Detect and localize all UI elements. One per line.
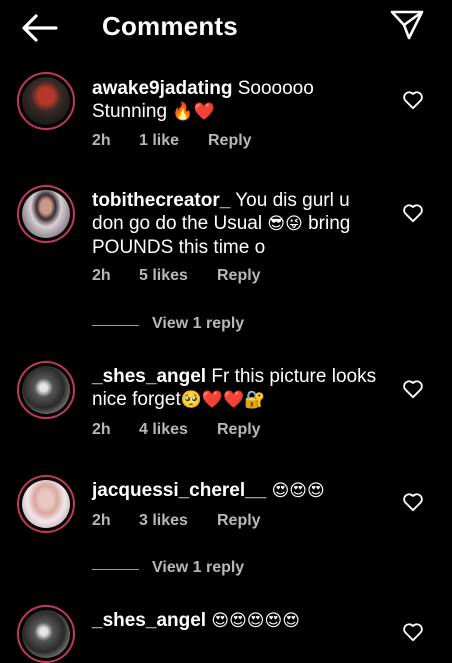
comment-time: 2h: [92, 132, 111, 149]
reply-divider: [92, 569, 139, 570]
comment-text: _shes_angel Fr this picture looks nice f…: [92, 365, 384, 412]
avatar[interactable]: [17, 475, 75, 533]
comment-text: awake9jadating Soooooo Stunning 🔥❤️: [92, 77, 384, 124]
reply-button[interactable]: Reply: [217, 421, 261, 439]
comment-time: 2h: [92, 512, 111, 529]
page-title: Comments: [102, 11, 238, 41]
comment-time: 2h: [92, 421, 111, 438]
comment-text: jacquessi_cherel__ 😍😍😍: [92, 479, 384, 503]
heart-icon[interactable]: [402, 622, 424, 642]
comment-emoji: 😎😜: [267, 214, 303, 234]
comment-emoji: 🔥❤️: [172, 102, 215, 122]
arrow-left-icon[interactable]: [20, 12, 60, 44]
comment-likes[interactable]: 3 likes: [139, 512, 188, 530]
view-replies-label: View 1 reply: [152, 315, 245, 332]
reply-button[interactable]: Reply: [208, 132, 252, 150]
view-replies-button[interactable]: View 1 reply: [92, 315, 292, 335]
comment-likes[interactable]: 4 likes: [139, 421, 188, 439]
comment-emoji: 🥺❤️❤️🔐: [180, 390, 266, 410]
heart-icon[interactable]: [402, 379, 424, 399]
comment-text: tobithecreator_ You dis gurl u don go do…: [92, 189, 384, 259]
comment-emoji: 😍😍😍😍😍: [211, 611, 300, 631]
comment-emoji: 😍😍😍: [271, 481, 325, 501]
comment-likes[interactable]: 5 likes: [139, 267, 188, 285]
heart-icon[interactable]: [402, 203, 424, 223]
header: Comments: [0, 0, 452, 60]
avatar[interactable]: [17, 72, 75, 130]
comment-text: _shes_angel 😍😍😍😍😍: [92, 609, 384, 633]
view-replies-label: View 1 reply: [152, 559, 245, 576]
heart-icon[interactable]: [402, 492, 424, 512]
comment-username[interactable]: _shes_angel: [92, 610, 206, 631]
reply-divider: [92, 325, 139, 326]
comment-username[interactable]: tobithecreator_: [92, 190, 230, 211]
paper-plane-icon[interactable]: [389, 7, 425, 43]
avatar[interactable]: [17, 185, 75, 243]
comment-username[interactable]: jacquessi_cherel__: [92, 480, 266, 501]
reply-button[interactable]: Reply: [217, 267, 261, 285]
avatar[interactable]: [17, 605, 75, 663]
comment-likes[interactable]: 1 like: [139, 132, 179, 150]
heart-icon[interactable]: [402, 90, 424, 110]
avatar[interactable]: [17, 361, 75, 419]
reply-button[interactable]: Reply: [217, 512, 261, 530]
comment-username[interactable]: _shes_angel: [92, 366, 206, 387]
comment-username[interactable]: awake9jadating: [92, 78, 232, 99]
comment-time: 2h: [92, 267, 111, 284]
view-replies-button[interactable]: View 1 reply: [92, 559, 292, 579]
